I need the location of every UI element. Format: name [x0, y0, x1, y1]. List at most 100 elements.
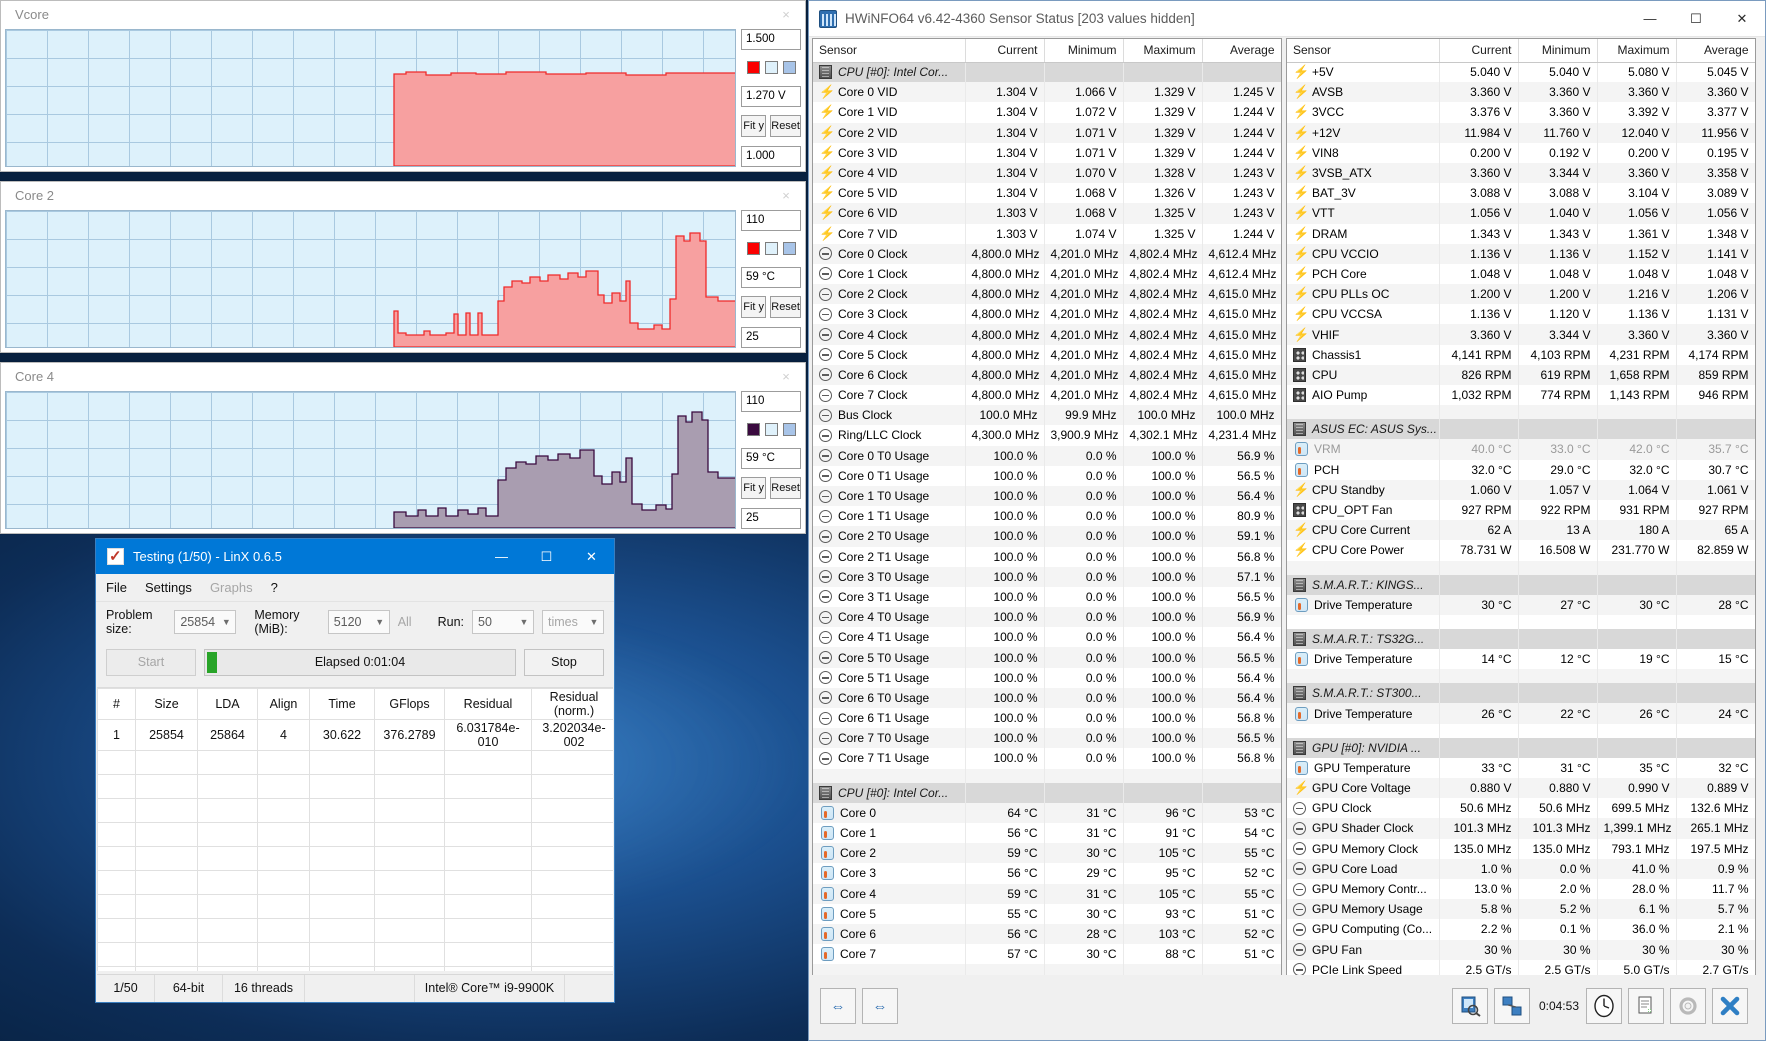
memory-input[interactable]: 5120 ▼: [327, 610, 390, 634]
swatch-secondary[interactable]: [764, 242, 778, 256]
table-row[interactable]: Core 7 T1 Usage 100.0 % 0.0 % 100.0 % 56.8 %: [813, 748, 1281, 769]
reset-button-core2[interactable]: Reset: [770, 296, 801, 319]
swatch-primary[interactable]: [746, 423, 760, 437]
graph-swatches-core2[interactable]: [741, 240, 801, 258]
network-icon[interactable]: [1493, 988, 1530, 1024]
report-icon[interactable]: [1628, 988, 1664, 1024]
table-row[interactable]: Core 4 VID1.304 V1.070 V1.328 V1.243 V: [813, 162, 1281, 184]
table-row[interactable]: Core 6 T0 Usage 100.0 % 0.0 % 100.0 % 56.4 %: [813, 687, 1281, 708]
linx-menubar[interactable]: File Settings Graphs ?: [96, 574, 614, 602]
table-row[interactable]: Core 6 VID1.303 V1.068 V1.325 V1.243 V: [813, 203, 1281, 224]
table-row[interactable]: Core 2 T1 Usage 100.0 % 0.0 % 100.0 % 56.8 %: [813, 546, 1281, 567]
table-row[interactable]: Core 5 Clock 4,800.0 MHz 4,201.0 MHz 4,802.…: [813, 344, 1281, 365]
table-row[interactable]: Drive Temperature 14 °C 12 °C 19 °C 15 °C: [1287, 649, 1755, 670]
graph-ymin-vcore[interactable]: 1.000: [741, 146, 801, 167]
menu-item-help[interactable]: ?: [271, 580, 278, 595]
problem-size-input[interactable]: 25854 ▼: [174, 610, 237, 634]
table-row[interactable]: Core 0 Clock 4,800.0 MHz 4,201.0 MHz 4,802.…: [813, 243, 1281, 264]
table-row[interactable]: Core 1 56 °C 31 °C 91 °C 54 °C: [813, 822, 1281, 844]
table-row[interactable]: Core 0 T1 Usage 100.0 % 0.0 % 100.0 % 56.5 %: [813, 465, 1281, 486]
chevron-down-icon[interactable]: ▼: [217, 617, 235, 627]
swatch-tertiary[interactable]: [782, 61, 796, 75]
table-row[interactable]: GPU Memory Usage 5.8 % 5.2 % 6.1 % 5.7 %: [1287, 899, 1755, 920]
table-row[interactable]: GPU Core Voltage0.880 V0.880 V0.990 V0.8…: [1287, 778, 1755, 799]
graph-ymax-vcore[interactable]: 1.500: [741, 29, 801, 50]
table-row[interactable]: Core 2 Clock 4,800.0 MHz 4,201.0 MHz 4,802.…: [813, 284, 1281, 305]
column-header-minimum[interactable]: Minimum: [1044, 39, 1124, 63]
table-row[interactable]: Core 1 VID1.304 V1.072 V1.329 V1.244 V: [813, 102, 1281, 123]
table-row[interactable]: VHIF3.360 V3.344 V3.360 V3.360 V: [1287, 324, 1755, 345]
table-row[interactable]: Core 3 Clock 4,800.0 MHz 4,201.0 MHz 4,802.…: [813, 304, 1281, 325]
linx-result-row[interactable]: 1 25854 25864 4 30.622 376.2789 6.031784e-010 3…: [97, 719, 613, 751]
swatch-tertiary[interactable]: [782, 242, 796, 256]
column-header-average[interactable]: Average: [1202, 39, 1281, 63]
table-row[interactable]: CPU VCCIO1.136 V1.136 V1.152 V1.141 V: [1287, 243, 1755, 264]
table-row[interactable]: AVSB3.360 V3.360 V3.360 V3.360 V: [1287, 82, 1755, 103]
table-row[interactable]: Core 7 57 °C 30 °C 88 °C 51 °C: [813, 944, 1281, 965]
snapshot-icon[interactable]: [1451, 988, 1488, 1024]
linx-column-header[interactable]: Align: [257, 688, 310, 720]
table-row[interactable]: Core 3 T1 Usage 100.0 % 0.0 % 100.0 % 56.5 %: [813, 586, 1281, 608]
table-row[interactable]: VIN80.200 V0.192 V0.200 V0.195 V: [1287, 142, 1755, 163]
table-row[interactable]: Core 0 VID1.304 V1.066 V1.329 V1.245 V: [813, 82, 1281, 103]
table-row[interactable]: Core 2 T0 Usage 100.0 % 0.0 % 100.0 % 59.1 %: [813, 526, 1281, 547]
column-header-minimum[interactable]: Minimum: [1518, 39, 1598, 63]
linx-window[interactable]: Testing (1/50) - LinX 0.6.5 — ☐ ✕ File S…: [95, 538, 615, 1003]
swatch-primary[interactable]: [746, 242, 760, 256]
table-row[interactable]: GPU Fan 30 % 30 % 30 % 30 %: [1287, 939, 1755, 960]
fit-y-button-core2[interactable]: Fit y: [741, 296, 767, 319]
sensor-group-row[interactable]: S.M.A.R.T.: ST300...: [1287, 683, 1755, 704]
column-header-average[interactable]: Average: [1676, 39, 1755, 63]
graph-ymax-core4[interactable]: 110: [741, 391, 801, 412]
chevron-down-icon[interactable]: ▼: [515, 617, 533, 627]
table-row[interactable]: GPU Memory Contr... 13.0 % 2.0 % 28.0 % 11.7…: [1287, 878, 1755, 900]
linx-column-header[interactable]: #: [97, 688, 136, 720]
table-row[interactable]: Drive Temperature 30 °C 27 °C 30 °C 28 °C: [1287, 594, 1755, 615]
table-row[interactable]: CPU PLLs OC1.200 V1.200 V1.216 V1.206 V: [1287, 284, 1755, 305]
table-row[interactable]: Core 7 Clock 4,800.0 MHz 4,201.0 MHz 4,802.…: [813, 385, 1281, 406]
hwinfo-toolbar[interactable]: ⇔ ⇔ 0:04:53: [812, 975, 1762, 1037]
table-row[interactable]: CPU_OPT Fan 927 RPM 922 RPM 931 RPM 927 RPM: [1287, 499, 1755, 521]
minimize-button[interactable]: —: [1627, 1, 1673, 37]
table-row[interactable]: BAT_3V3.088 V3.088 V3.104 V3.089 V: [1287, 183, 1755, 204]
linx-column-header[interactable]: GFlops: [374, 688, 445, 720]
table-row[interactable]: Core 0 64 °C 31 °C 96 °C 53 °C: [813, 802, 1281, 823]
table-row[interactable]: AIO Pump 1,032 RPM 774 RPM 1,143 RPM 946 RPM: [1287, 385, 1755, 406]
linx-column-header[interactable]: Residual: [444, 688, 532, 720]
sensor-group-row[interactable]: S.M.A.R.T.: TS32G...: [1287, 628, 1755, 650]
close-icon[interactable]: ×: [775, 5, 797, 25]
column-header-current[interactable]: Current: [965, 39, 1045, 63]
column-header-maximum[interactable]: Maximum: [1123, 39, 1203, 63]
close-icon[interactable]: ×: [775, 367, 797, 387]
graph-side-controls-core2[interactable]: 110 59 °C Fit y Reset 25: [741, 210, 801, 348]
table-row[interactable]: PCH Core1.048 V1.048 V1.048 V1.048 V: [1287, 263, 1755, 285]
chevron-down-icon[interactable]: ▼: [371, 617, 389, 627]
stop-button[interactable]: Stop: [524, 648, 604, 676]
table-row[interactable]: Core 1 Clock 4,800.0 MHz 4,201.0 MHz 4,802.…: [813, 263, 1281, 285]
maximize-button[interactable]: ☐: [1673, 1, 1719, 37]
run-unit-select[interactable]: times ▼: [542, 610, 604, 634]
table-row[interactable]: Bus Clock 100.0 MHz 99.9 MHz 100.0 MHz 100.0…: [813, 405, 1281, 426]
sensor-group-row[interactable]: S.M.A.R.T.: KINGS...: [1287, 574, 1755, 595]
graph-swatches-core4[interactable]: [741, 421, 801, 439]
table-row[interactable]: Core 1 T0 Usage 100.0 % 0.0 % 100.0 % 56.4 %: [813, 485, 1281, 507]
table-row[interactable]: Core 5 VID1.304 V1.068 V1.326 V1.243 V: [813, 183, 1281, 204]
linx-window-controls[interactable]: — ☐ ✕: [479, 539, 614, 574]
clock-icon[interactable]: [1586, 988, 1622, 1024]
start-button[interactable]: Start: [106, 648, 196, 676]
table-row[interactable]: Core 5 T1 Usage 100.0 % 0.0 % 100.0 % 56.4 %: [813, 667, 1281, 688]
window-controls[interactable]: — ☐ ✕: [1627, 1, 1765, 37]
table-row[interactable]: Core 3 VID1.304 V1.071 V1.329 V1.244 V: [813, 142, 1281, 163]
linx-run-row[interactable]: Start Elapsed 0:01:04 Stop: [96, 642, 614, 682]
linx-column-header[interactable]: LDA: [197, 688, 258, 720]
table-row[interactable]: +5V5.040 V5.040 V5.080 V5.045 V: [1287, 62, 1755, 83]
table-row[interactable]: VRM 40.0 °C 33.0 °C 42.0 °C 35.7 °C: [1287, 439, 1755, 460]
column-header-maximum[interactable]: Maximum: [1597, 39, 1677, 63]
menu-item-file[interactable]: File: [106, 580, 127, 595]
table-row[interactable]: Chassis1 4,141 RPM 4,103 RPM 4,231 RPM 4,174…: [1287, 344, 1755, 365]
linx-column-header[interactable]: Size: [135, 688, 198, 720]
table-row[interactable]: DRAM1.343 V1.343 V1.361 V1.348 V: [1287, 223, 1755, 244]
sensor-group-row[interactable]: CPU [#0]: Intel Cor...: [813, 782, 1281, 803]
table-row[interactable]: GPU Core Load 1.0 % 0.0 % 41.0 % 0.9 %: [1287, 858, 1755, 879]
table-row[interactable]: GPU Shader Clock 101.3 MHz 101.3 MHz 1,399.…: [1287, 818, 1755, 839]
